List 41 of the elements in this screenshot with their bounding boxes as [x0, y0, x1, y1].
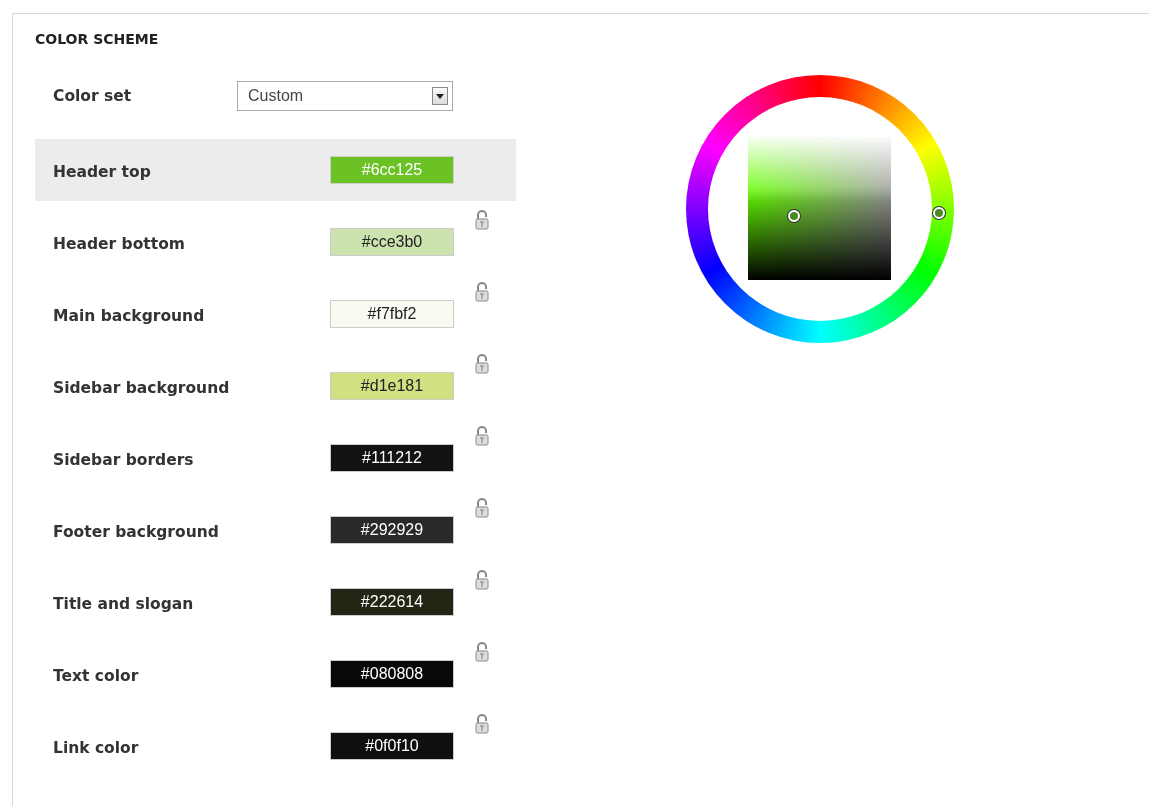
color-row[interactable]: Title and slogan #222614 — [35, 571, 516, 633]
field-label: Title and slogan — [53, 595, 195, 613]
padlock-icon[interactable] — [475, 570, 489, 590]
selected-row[interactable]: Header top #6cc125 — [35, 139, 516, 201]
field-label: Header bottom — [53, 235, 186, 253]
padlock-icon[interactable] — [475, 210, 489, 230]
color-row[interactable]: Header bottom #cce3b0 — [35, 211, 516, 273]
field-label: Text color — [53, 667, 140, 685]
color-row[interactable]: Text color #080808 — [35, 643, 516, 705]
saturation-square[interactable] — [748, 137, 891, 280]
color-input[interactable]: #0f0f10 — [330, 732, 454, 760]
padlock-icon[interactable] — [475, 714, 489, 734]
color-input[interactable]: #f7fbf2 — [330, 300, 454, 328]
color-row[interactable]: Footer background #292929 — [35, 499, 516, 561]
color-input[interactable]: #d1e181 — [330, 372, 454, 400]
padlock-icon[interactable] — [475, 498, 489, 518]
padlock-icon[interactable] — [475, 354, 489, 374]
field-label: Main background — [53, 307, 206, 325]
field-label: Header top — [53, 163, 152, 181]
field-label: Sidebar background — [53, 379, 231, 397]
color-input[interactable]: #292929 — [330, 516, 454, 544]
color-row[interactable]: Sidebar borders #111212 — [35, 427, 516, 489]
field-label: Footer background — [53, 523, 220, 541]
padlock-icon[interactable] — [475, 282, 489, 302]
color-row[interactable]: Sidebar background #d1e181 — [35, 355, 516, 417]
color-input[interactable]: #222614 — [330, 588, 454, 616]
hue-handle[interactable] — [933, 207, 945, 219]
padlock-icon[interactable] — [475, 642, 489, 662]
color-input[interactable]: #cce3b0 — [330, 228, 454, 256]
caret-icon — [436, 93, 444, 99]
color-row[interactable]: Main background #f7fbf2 — [35, 283, 516, 345]
padlock-icon[interactable] — [475, 426, 489, 446]
color-input[interactable]: #080808 — [330, 660, 454, 688]
color-input[interactable]: #111212 — [330, 444, 454, 472]
field-label: Link color — [53, 739, 140, 757]
color-set-dropdown[interactable]: Custom — [237, 81, 453, 111]
section-title: COLOR SCHEME — [35, 31, 160, 49]
saturation-handle[interactable] — [788, 210, 800, 222]
field-label: Color set — [53, 87, 133, 105]
color-row[interactable]: Link color #0f0f10 — [35, 715, 516, 777]
field-label: Sidebar borders — [53, 451, 195, 469]
